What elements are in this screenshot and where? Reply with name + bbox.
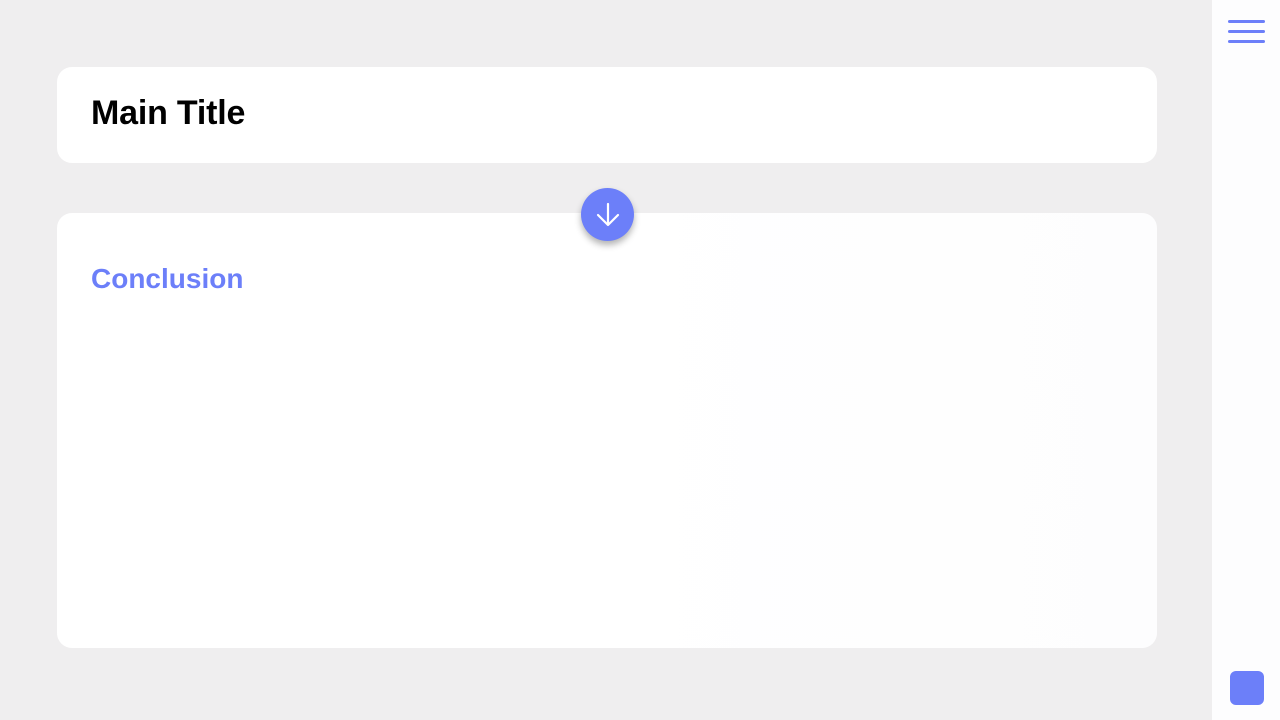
menu-bar-middle bbox=[1228, 30, 1265, 33]
bottom-action-button[interactable] bbox=[1230, 671, 1264, 705]
menu-button[interactable] bbox=[1228, 20, 1265, 46]
app-screen: Main Title Conclusion bbox=[0, 0, 1280, 720]
main-content: Main Title Conclusion bbox=[0, 0, 1212, 720]
title-card: Main Title bbox=[57, 67, 1157, 163]
right-sidebar bbox=[1212, 0, 1280, 720]
section-label-conclusion: Conclusion bbox=[91, 263, 244, 294]
page-title: Main Title bbox=[91, 94, 246, 132]
menu-bar-bottom bbox=[1228, 40, 1265, 43]
menu-bar-top bbox=[1228, 20, 1265, 23]
conclusion-card: Conclusion bbox=[57, 213, 1157, 648]
arrow-down-icon bbox=[596, 202, 619, 226]
scroll-down-button[interactable] bbox=[581, 188, 634, 241]
